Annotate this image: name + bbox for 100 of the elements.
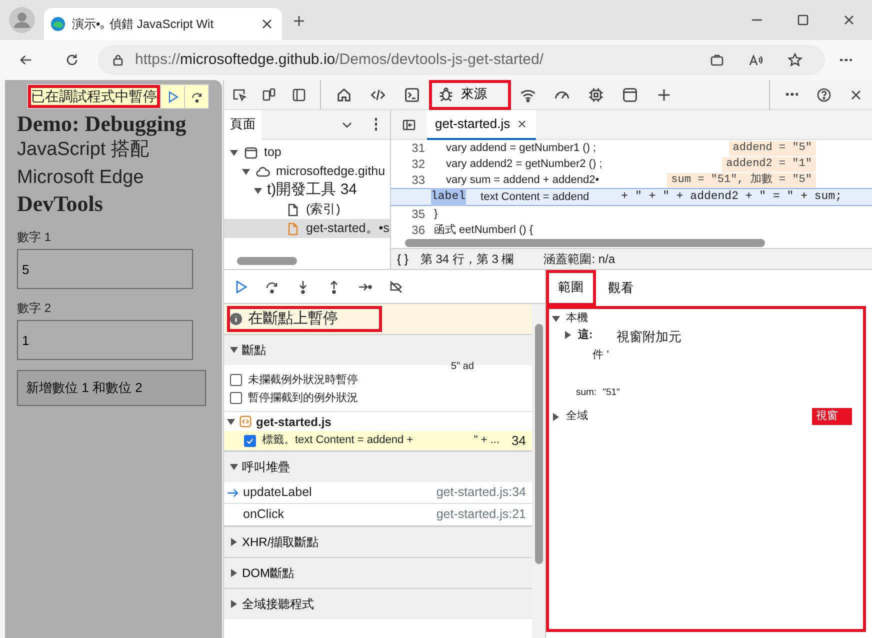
collapse-arrow-icon[interactable] (230, 600, 238, 608)
expand-arrow-icon[interactable] (242, 168, 250, 176)
tree-item[interactable]: microsoftedge.githu (224, 162, 390, 181)
checkbox-option[interactable]: 未攔截例外狀況時暫停 (224, 371, 532, 389)
breakpoint-line: 34 (510, 432, 527, 450)
inspect-icon (231, 86, 247, 102)
expand-arrow-icon[interactable] (230, 346, 238, 354)
number-input[interactable]: 1 (17, 320, 193, 360)
scope-key: sum: (576, 386, 597, 401)
editor-tab[interactable]: get-started.js (427, 110, 536, 140)
expand-arrow-icon[interactable] (552, 314, 560, 322)
dock-icon (291, 86, 307, 102)
breakpoint-file: get-started.js (256, 414, 332, 430)
more-icon (840, 58, 852, 62)
collapse-arrow-icon[interactable] (230, 538, 238, 546)
code-line: vary sum = addend + addend2• (445, 172, 600, 188)
new-tab-icon (291, 13, 307, 29)
tree-item[interactable]: (索引) (224, 200, 390, 219)
panel-tab[interactable]: 來源 (429, 80, 511, 110)
checkbox[interactable] (230, 392, 242, 404)
pretty-print-button[interactable]: { } (397, 249, 408, 269)
browser-tab[interactable]: 演示•｡ 偵錯 JavaScript Wit (44, 8, 282, 40)
call-frame[interactable]: updateLabel get-started.js:34 (224, 482, 532, 504)
code-line: vary addend2 = getNumber2 () ; (445, 156, 602, 172)
info-icon (230, 313, 242, 325)
checkbox[interactable] (244, 434, 256, 446)
collapse-arrow-icon[interactable] (552, 412, 560, 420)
sidebar-tab[interactable]: 觀看 (596, 270, 646, 306)
help-icon (816, 86, 832, 102)
navigator-tab[interactable]: 頁面 (224, 110, 262, 140)
read-aloud-icon (748, 52, 764, 68)
minimize-icon (752, 19, 762, 21)
collapse-arrow-icon[interactable] (230, 569, 238, 577)
scope-group[interactable]: 全域 (566, 408, 588, 425)
window-icon (621, 86, 639, 104)
vertical-scrollbar[interactable] (532, 304, 545, 638)
section-header[interactable]: DOM斷點 (224, 557, 532, 588)
section-header[interactable]: 全域接聽程式 (224, 588, 532, 619)
code-token: label (431, 188, 466, 206)
inline-value: addend2 = "1" (722, 156, 816, 172)
page-heading: DevTools (17, 192, 104, 216)
expand-arrow-icon[interactable] (254, 186, 262, 194)
coverage-status: 涵蓋範圍: n/a (544, 251, 616, 268)
scope-value: 視窗附加元 (616, 328, 682, 346)
line-number: 32 (410, 156, 426, 173)
code-line: 函式 eetNumberl () { (434, 222, 534, 238)
navigator-menu-icon (374, 118, 378, 131)
close-icon (516, 118, 528, 130)
paused-overlay-text: 已在調試程式中暫停 (28, 85, 160, 108)
scope-value: 件 ' (592, 348, 610, 362)
tree-item[interactable]: t)開發工具 34 (224, 181, 390, 200)
tab-title: 演示•｡ 偵錯 JavaScript Wit (72, 16, 215, 33)
expand-arrow-icon[interactable] (230, 463, 238, 471)
sidebar-tab[interactable]: 範圍 (546, 270, 596, 306)
script-file-icon (238, 414, 253, 429)
page-heading: Microsoft Edge (17, 166, 145, 190)
page-heading: Demo: Debugging (17, 112, 188, 136)
tree-item[interactable]: get-started。•s (224, 219, 390, 238)
number-input[interactable]: 5 (17, 249, 193, 289)
frame-icon (243, 144, 259, 160)
add-button[interactable]: 新增數位 1 和數位 2 (17, 370, 206, 406)
expand-arrow-icon[interactable] (230, 148, 238, 156)
browser-logo-icon (50, 16, 66, 32)
paused-message: 在斷點上暫停 (227, 306, 382, 332)
scope-key: 這: (578, 327, 593, 344)
line-number: 31 (410, 140, 426, 157)
deactivate-breakpoints-icon (388, 278, 404, 294)
inline-value: addend = "5" (728, 140, 816, 156)
profile-icon[interactable] (9, 7, 35, 33)
briefcase-icon (709, 52, 725, 68)
inline-value: sum = "51", 加數 = "5" (667, 172, 816, 188)
collapse-arrow-icon[interactable] (564, 331, 572, 339)
breakpoint-code: 標籤。text Content = addend + (262, 433, 414, 448)
expand-arrow-icon[interactable] (227, 418, 235, 426)
bug-icon (437, 84, 455, 102)
tree-item[interactable]: top (224, 143, 390, 162)
page-heading: JavaScript 搭配 (17, 138, 150, 162)
chip-icon (587, 86, 605, 104)
field-label: 數字 2 (17, 300, 52, 317)
line-number: 33 (410, 172, 426, 189)
scope-badge: 視窗 (812, 408, 852, 425)
scope-group[interactable]: 本機 (552, 310, 860, 327)
breakpoint-code: " + ... (474, 433, 500, 448)
checkbox[interactable] (230, 374, 242, 386)
checkbox-option[interactable]: 暫停攔截到的例外狀況 (224, 389, 532, 407)
home-icon (335, 86, 353, 104)
section-header[interactable]: XHR/擷取斷點 (224, 526, 532, 557)
favorite-icon (787, 52, 803, 68)
maximize-icon (795, 12, 811, 28)
refresh-icon (64, 52, 80, 68)
scope-value: "51" (602, 386, 620, 400)
cursor-position: 第 34 行，第 3 欄 (420, 251, 514, 268)
device-emulation-icon (261, 86, 277, 102)
code-line: + " + " + addend2 + " = " + sum; (621, 189, 842, 206)
more-tools-icon (786, 93, 798, 96)
address-bar[interactable]: https://microsoftedge.github.io/Demos/devtools-js-get-started/ (98, 45, 825, 75)
section-header[interactable]: 呼叫堆疊 (224, 451, 532, 482)
code-line: } (434, 206, 438, 222)
console-icon (403, 86, 421, 104)
line-number: 36 (410, 222, 426, 239)
